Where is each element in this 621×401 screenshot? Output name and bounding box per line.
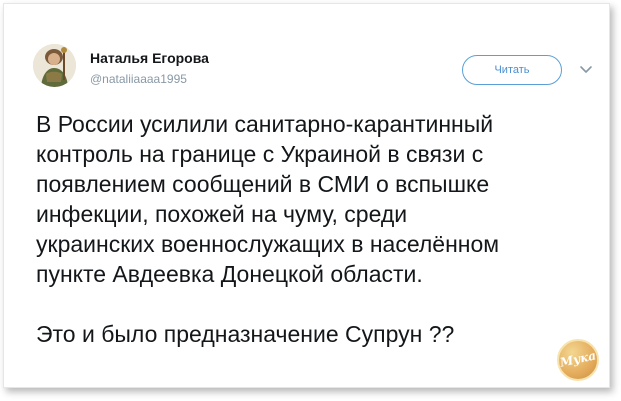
avatar-image xyxy=(33,44,76,87)
tweet-line: инфекции, похожей на чуму, среди xyxy=(36,201,408,227)
watermark-text: Мука xyxy=(558,348,598,370)
tweet-card: Наталья Егорова @nataliiaaaa1995 Читать … xyxy=(3,3,610,388)
more-options-button[interactable] xyxy=(578,62,594,78)
author-name[interactable]: Наталья Егорова xyxy=(90,50,209,66)
author-handle[interactable]: @nataliiaaaa1995 xyxy=(90,72,187,86)
tweet-line: пункте Авдеевка Донецкой области. xyxy=(36,261,423,287)
tweet-line: В России усилили санитарно-карантинный xyxy=(36,111,494,137)
tweet-final-line: Это и было предназначение Супрун ?? xyxy=(36,321,455,347)
follow-button[interactable]: Читать xyxy=(462,55,562,85)
tweet-line: появлением сообщений в СМИ о вспышке xyxy=(36,171,490,197)
tweet-line: украинских военнослужащих в населённом xyxy=(36,231,500,257)
avatar[interactable] xyxy=(33,44,76,87)
tweet-line: контроль на границе с Украиной в связи с xyxy=(36,141,484,167)
watermark-logo: Мука xyxy=(557,339,599,381)
tweet-text: В России усилили санитарно-карантинный к… xyxy=(36,109,601,349)
chevron-down-icon xyxy=(580,66,592,73)
